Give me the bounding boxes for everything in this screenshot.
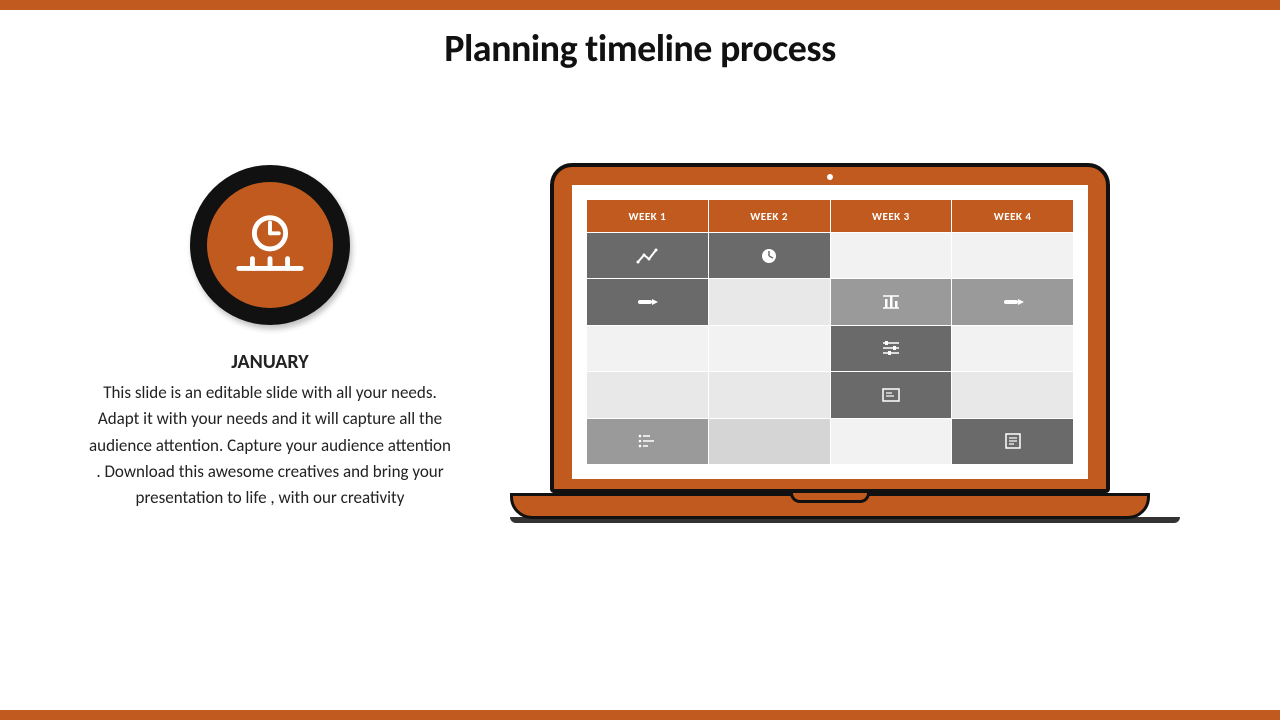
sliders-icon [880, 339, 902, 357]
grid-cell [831, 419, 952, 464]
laptop-base [510, 493, 1150, 519]
clock-timeline-icon [231, 206, 309, 284]
table-row [587, 372, 1073, 417]
pen-icon [636, 293, 658, 311]
camera-icon [827, 174, 833, 180]
grid-cell [831, 233, 952, 278]
grid-cell [952, 279, 1073, 324]
clock-icon [758, 247, 780, 265]
col-week-1: WEEK 1 [587, 200, 708, 232]
laptop-lid: WEEK 1 WEEK 2 WEEK 3 WEEK 4 [550, 163, 1110, 493]
laptop-screen: WEEK 1 WEEK 2 WEEK 3 WEEK 4 [572, 185, 1088, 479]
table-row [587, 326, 1073, 371]
panel-icon [880, 386, 902, 404]
grid-cell [587, 326, 708, 371]
grid-cell [709, 372, 830, 417]
document-icon [1002, 432, 1024, 450]
pen-icon [1002, 293, 1024, 311]
grid-cell [952, 419, 1073, 464]
grid-cell [709, 279, 830, 324]
grid-cell [587, 279, 708, 324]
timeline-badge-inner [207, 182, 333, 308]
laptop-graphic: WEEK 1 WEEK 2 WEEK 3 WEEK 4 [510, 163, 1150, 523]
bottom-accent-bar [0, 710, 1280, 720]
list-icon [636, 432, 658, 450]
month-heading: JANUARY [80, 350, 460, 374]
timeline-badge [190, 165, 350, 325]
grid-cell [952, 233, 1073, 278]
timeline-grid: WEEK 1 WEEK 2 WEEK 3 WEEK 4 [586, 199, 1074, 465]
chart-bars-icon [880, 293, 902, 311]
col-week-3: WEEK 3 [831, 200, 952, 232]
grid-cell [952, 326, 1073, 371]
grid-cell [587, 372, 708, 417]
grid-cell [587, 233, 708, 278]
grid-cell [709, 419, 830, 464]
laptop-notch [790, 493, 870, 503]
table-row [587, 233, 1073, 278]
grid-cell [709, 233, 830, 278]
table-header-row: WEEK 1 WEEK 2 WEEK 3 WEEK 4 [587, 200, 1073, 232]
table-row [587, 279, 1073, 324]
col-week-2: WEEK 2 [709, 200, 830, 232]
grid-cell [587, 419, 708, 464]
description-text: This slide is an editable slide with all… [80, 380, 460, 512]
content-area: JANUARY This slide is an editable slide … [80, 155, 1200, 660]
grid-cell [709, 326, 830, 371]
grid-cell [831, 326, 952, 371]
grid-cell [952, 372, 1073, 417]
left-column: JANUARY This slide is an editable slide … [80, 155, 460, 512]
grid-cell [831, 279, 952, 324]
col-week-4: WEEK 4 [952, 200, 1073, 232]
top-accent-bar [0, 0, 1280, 10]
trend-icon [636, 247, 658, 265]
table-row [587, 419, 1073, 464]
grid-cell [831, 372, 952, 417]
right-column: WEEK 1 WEEK 2 WEEK 3 WEEK 4 [460, 155, 1200, 523]
page-title: Planning timeline process [0, 26, 1280, 72]
